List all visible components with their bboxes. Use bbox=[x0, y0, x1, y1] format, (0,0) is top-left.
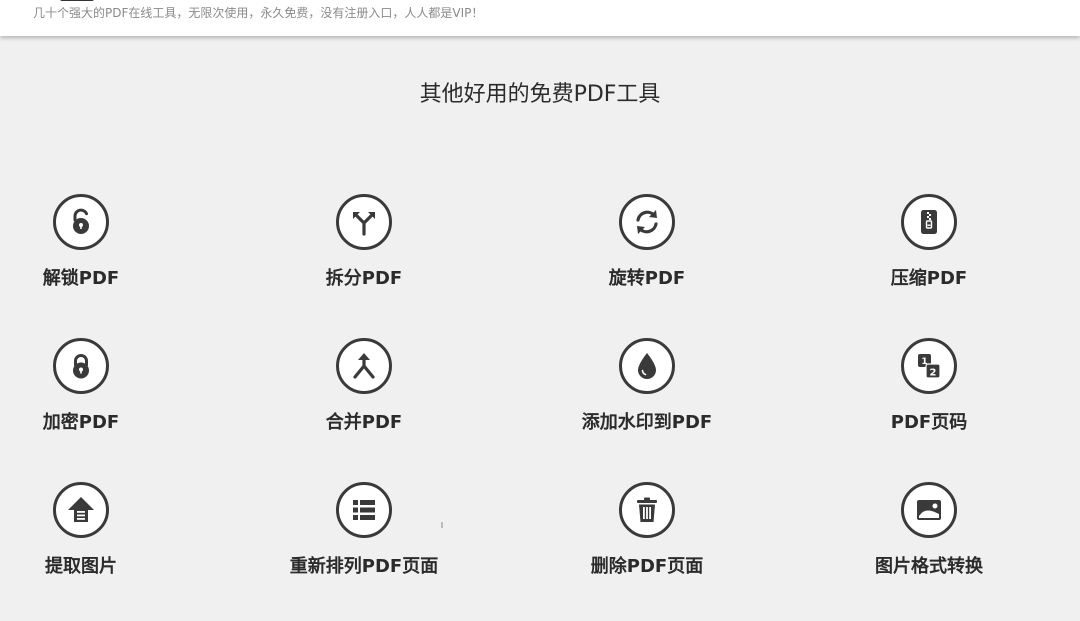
tool-merge-pdf[interactable]: 合并PDF bbox=[254, 338, 474, 434]
tool-label: PDF页码 bbox=[890, 412, 968, 433]
water-drop-icon bbox=[619, 338, 675, 394]
tool-encrypt-pdf[interactable]: 加密PDF bbox=[0, 338, 191, 434]
tool-reorder-pages[interactable]: 重新排列PDF页面 bbox=[254, 482, 474, 578]
tool-unlock-pdf[interactable]: 解锁PDF bbox=[0, 194, 191, 290]
extract-upload-icon bbox=[53, 482, 109, 538]
tool-label: 压缩PDF bbox=[890, 268, 968, 289]
tool-label: 提取图片 bbox=[45, 556, 117, 577]
svg-text:2: 2 bbox=[930, 368, 937, 379]
tool-label: 加密PDF bbox=[42, 412, 120, 433]
site-tagline: 几十个强大的PDF在线工具，无限次使用，永久免费，没有注册入口，人人都是VIP！ bbox=[33, 6, 484, 20]
tool-label: 添加水印到PDF bbox=[581, 412, 713, 433]
tool-watermark-pdf[interactable]: 添加水印到PDF bbox=[537, 338, 757, 434]
tool-label: 拆分PDF bbox=[325, 268, 403, 289]
tool-label: 重新排列PDF页面 bbox=[289, 556, 439, 577]
list-reorder-icon bbox=[336, 482, 392, 538]
zip-archive-icon bbox=[901, 194, 957, 250]
stray-mark bbox=[441, 522, 443, 528]
tool-page-numbers-pdf[interactable]: 1 2 PDF页码 bbox=[819, 338, 1039, 434]
top-header: 几十个强大的PDF在线工具，无限次使用，永久免费，没有注册入口，人人都是VIP！ bbox=[0, 0, 1080, 36]
tool-label: 删除PDF页面 bbox=[590, 556, 704, 577]
tool-compress-pdf[interactable]: 压缩PDF bbox=[819, 194, 1039, 290]
tool-label: 旋转PDF bbox=[608, 268, 686, 289]
site-logo[interactable] bbox=[60, 0, 94, 2]
lock-icon bbox=[53, 338, 109, 394]
image-icon bbox=[901, 482, 957, 538]
tool-delete-pages[interactable]: 删除PDF页面 bbox=[537, 482, 757, 578]
tool-label: 解锁PDF bbox=[42, 268, 120, 289]
svg-text:1: 1 bbox=[921, 357, 927, 367]
tool-rotate-pdf[interactable]: 旋转PDF bbox=[537, 194, 757, 290]
tool-image-convert[interactable]: 图片格式转换 bbox=[819, 482, 1039, 578]
split-arrows-icon bbox=[336, 194, 392, 250]
tool-split-pdf[interactable]: 拆分PDF bbox=[254, 194, 474, 290]
unlock-icon bbox=[53, 194, 109, 250]
merge-arrows-icon bbox=[336, 338, 392, 394]
rotate-icon bbox=[619, 194, 675, 250]
page-numbers-icon: 1 2 bbox=[901, 338, 957, 394]
tool-label: 合并PDF bbox=[325, 412, 403, 433]
trash-icon bbox=[619, 482, 675, 538]
tool-label: 图片格式转换 bbox=[875, 556, 983, 577]
section-title: 其他好用的免费PDF工具 bbox=[419, 82, 661, 107]
tool-extract-images[interactable]: 提取图片 bbox=[0, 482, 191, 578]
